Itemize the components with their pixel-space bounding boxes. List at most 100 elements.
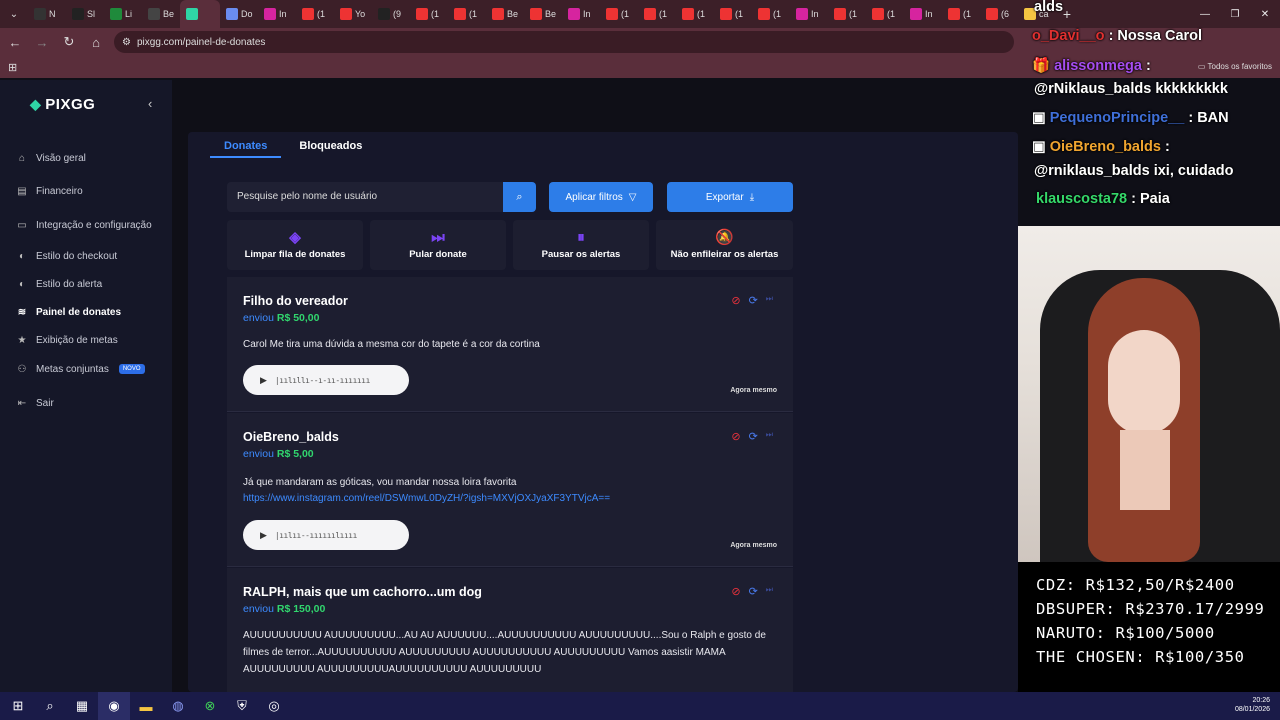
browser-tab[interactable]: (1 [752,0,790,28]
replay-icon[interactable]: ⟳ [749,430,758,443]
browser-tab[interactable]: (1 [448,0,486,28]
defender-icon[interactable]: ⛨ [226,692,258,720]
pause-alerts-button[interactable]: ⏸ Pausar os alertas [513,220,649,270]
collapse-sidebar-icon[interactable]: ‹ [148,96,152,111]
browser-tab[interactable]: (1 [714,0,752,28]
search-icon[interactable]: ⌕ [34,692,66,720]
replay-icon[interactable]: ⟳ [749,585,758,598]
task-view-icon[interactable]: ▦ [66,692,98,720]
audio-player[interactable]: ▶ |ıılıı--ıııııılıııı [243,520,409,550]
apply-filters-button[interactable]: Aplicar filtros ▽ [549,182,653,212]
sidebar-item-integration[interactable]: ▭ Integração e configuração [16,219,151,231]
sidebar-item-checkout-style[interactable]: ◐ Estilo do checkout [16,250,117,262]
palette-icon: ◐ [18,250,26,262]
browser-tab[interactable]: In [790,0,828,28]
download-icon: ⤓ [749,191,755,203]
windows-start-icon[interactable]: ⊞ [2,692,34,720]
action-label: Pausar os alertas [541,249,621,260]
tab-donates[interactable]: Donates [209,140,282,158]
clear-queue-button[interactable]: ◈ Limpar fila de donates [227,220,363,270]
play-icon[interactable]: ▶ [260,375,267,386]
browser-tab[interactable]: Be [486,0,524,28]
browser-tab[interactable]: Li [104,0,142,28]
waveform-icon[interactable]: |ıılıllı--ı-ıı-ııııııı [275,376,370,385]
block-icon[interactable]: ⊘ [731,294,740,307]
browser-tab[interactable]: In [258,0,296,28]
browser-tab[interactable]: (1 [410,0,448,28]
donor-name: Filho do vereador [243,294,348,308]
chat-line: 🎁 alissonmega : [1032,57,1151,74]
browser-tab[interactable] [180,0,220,28]
donation-link[interactable]: https://www.instagram.com/reel/DSWmwL0Dy… [243,493,610,504]
block-icon[interactable]: ⊘ [731,585,740,598]
browser-tab[interactable]: (1 [638,0,676,28]
skip-icon[interactable]: ⏭ [766,585,773,598]
browser-tab[interactable]: Be [142,0,180,28]
browser-tab[interactable]: Sl [66,0,104,28]
skip-icon[interactable]: ⏭ [766,430,773,443]
browser-tab[interactable]: Be [524,0,562,28]
browser-tab[interactable]: (6 [980,0,1018,28]
browser-tab[interactable]: (1 [942,0,980,28]
browser-tab[interactable]: (1 [600,0,638,28]
tab-favicon-icon [148,8,160,20]
browser-tab[interactable]: (1 [296,0,334,28]
audio-player[interactable]: ▶ |ıılıllı--ı-ıı-ııııııı [243,365,409,395]
sidebar-item-label: Sair [36,397,54,409]
xbox-icon[interactable]: ⊗ [194,692,226,720]
no-queue-alerts-button[interactable]: 🔕 Não enfileirar os alertas [656,220,793,270]
sidebar-item-joint-goals[interactable]: ⚇ Metas conjuntas NOVO [16,363,145,375]
url-input[interactable]: ⚙ pixgg.com/painel-de-donates [114,31,1014,53]
pixgg-logo[interactable]: ◆ PIXGG [30,96,95,113]
block-icon[interactable]: ⊘ [731,430,740,443]
sidebar-item-logout[interactable]: ⇤ Sair [16,397,54,409]
tab-blocked[interactable]: Bloqueados [299,140,362,152]
tab-search-icon[interactable]: ⌄ [0,0,28,28]
chrome-icon[interactable]: ◉ [98,692,130,720]
sidebar-item-donations-panel[interactable]: ≋ Painel de donates [16,306,121,318]
obs-icon[interactable]: ◎ [258,692,290,720]
skip-donate-button[interactable]: ⏭ Pular donate [370,220,506,270]
donation-controls: ⊘ ⟳ ⏭ [731,430,773,443]
browser-tab[interactable]: In [904,0,942,28]
sidebar-item-goals-display[interactable]: ★ Exibição de metas [16,334,118,346]
browser-tab[interactable]: (9 [372,0,410,28]
logout-icon: ⇤ [17,397,27,409]
chat-line: @rNiklaus_balds kkkkkkkkk [1034,81,1228,97]
skip-icon[interactable]: ⏭ [766,294,773,307]
chat-text: @rNiklaus_balds kkkkkkkkk [1034,81,1228,97]
browser-tab[interactable]: Yo [334,0,372,28]
sidebar-item-financial[interactable]: ▤ Financeiro [16,185,82,197]
sidebar-item-alert-style[interactable]: ◐ Estilo do alerta [16,278,102,290]
export-button[interactable]: Exportar ⤓ [667,182,793,212]
forward-icon[interactable]: → [30,30,54,54]
stream-chat-overlay: alds o_Davi__o : Nossa Carol 🎁 alissonme… [1018,0,1280,226]
sidebar-item-label: Exibição de metas [36,334,118,346]
browser-tab[interactable]: (1 [676,0,714,28]
browser-tab[interactable]: (1 [828,0,866,28]
site-info-icon[interactable]: ⚙ [122,37,131,48]
browser-tab[interactable]: (1 [866,0,904,28]
system-clock[interactable]: 20:26 08/01/2026 [1235,696,1270,714]
tab-title: (1 [697,9,706,19]
play-icon[interactable]: ▶ [260,530,267,541]
replay-icon[interactable]: ⟳ [749,294,758,307]
search-icon: ⌕ [516,190,523,203]
all-bookmarks[interactable]: ▭ Todos os favoritos [1198,62,1272,71]
browser-tab[interactable]: Do [220,0,258,28]
apps-icon[interactable]: ⊞ [8,61,17,74]
back-icon[interactable]: ← [3,30,27,54]
sidebar-item-overview[interactable]: ⌂ Visão geral [16,152,86,164]
chat-user: PequenoPrincipe__ [1049,110,1185,126]
browser-tab[interactable]: In [562,0,600,28]
reload-icon[interactable]: ↻ [57,30,81,54]
pause-icon: ⏸ [577,229,585,246]
waveform-icon[interactable]: |ıılıı--ıııııılıııı [275,531,358,540]
search-button[interactable]: ⌕ [503,182,536,212]
home-icon[interactable]: ⌂ [84,30,108,54]
file-explorer-icon[interactable]: ▬ [130,692,162,720]
discord-icon[interactable]: ◍ [162,692,194,720]
search-input[interactable]: Pesquise pelo nome de usuário [227,182,503,212]
browser-tab[interactable]: N [28,0,66,28]
eraser-icon: ◈ [289,229,301,246]
